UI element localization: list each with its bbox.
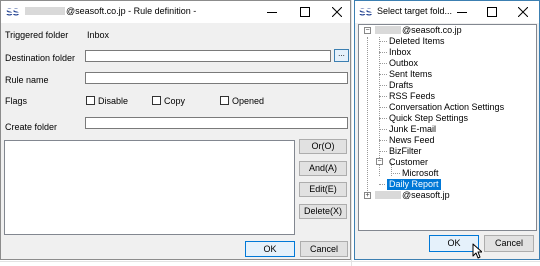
disable-checkbox-label: Disable <box>98 96 129 106</box>
tree-item-deleted-items[interactable]: Deleted Items <box>389 36 445 47</box>
copy-checkbox[interactable] <box>152 96 161 105</box>
destination-folder-field[interactable] <box>85 50 331 62</box>
svg-text:SS: SS <box>359 8 373 18</box>
redacted-account-name <box>375 191 401 199</box>
browse-button[interactable]: ... <box>334 49 349 62</box>
tree-account-root[interactable]: @seasoft.co.jp <box>375 25 462 36</box>
tree-connector <box>379 52 387 53</box>
maximize-icon <box>487 7 497 17</box>
triggered-folder-label: Triggered folder <box>5 30 69 40</box>
flags-label: Flags <box>5 96 28 106</box>
tree-item-drafts[interactable]: Drafts <box>389 80 413 91</box>
rule-name-field[interactable] <box>85 72 348 84</box>
tree-connector <box>379 140 387 141</box>
tree-item-quick-step-settings[interactable]: Quick Step Settings <box>389 113 468 124</box>
tree-connector <box>379 184 385 185</box>
close-icon <box>518 7 528 17</box>
tree-item-junk-email[interactable]: Junk E-mail <box>389 124 436 135</box>
tree-item-inbox[interactable]: Inbox <box>389 47 411 58</box>
tree-item-outbox[interactable]: Outbox <box>389 58 418 69</box>
select-folder-window: SS Select target fold... − @seasoft.co.j… <box>354 0 540 260</box>
background-line <box>351 0 352 266</box>
tree-item-bizfilter[interactable]: BizFilter <box>389 146 422 157</box>
rule-cancel-button[interactable]: Cancel <box>300 241 348 257</box>
app-logo-icon: SS <box>6 8 20 18</box>
close-button[interactable] <box>323 1 351 23</box>
folder-window-titlebar: SS Select target fold... <box>355 1 539 23</box>
tree-item-sent-items[interactable]: Sent Items <box>389 69 432 80</box>
svg-text:SS: SS <box>6 8 20 18</box>
rule-name-label: Rule name <box>5 75 49 85</box>
maximize-button[interactable] <box>478 1 506 23</box>
tree-item-customer[interactable]: Customer <box>389 157 428 168</box>
rule-ok-button[interactable]: OK <box>245 241 295 257</box>
tree-item-conversation-action-settings[interactable]: Conversation Action Settings <box>389 102 504 113</box>
tree-connector <box>391 173 400 174</box>
tree-item-daily-report[interactable]: Daily Report <box>387 179 441 190</box>
collapse-icon[interactable]: − <box>364 27 371 34</box>
tree-connector <box>379 96 387 97</box>
tree-connector <box>379 151 387 152</box>
and-button[interactable]: And(A) <box>299 161 347 176</box>
opened-checkbox-label: Opened <box>232 96 265 106</box>
redacted-account-name <box>25 7 65 15</box>
minimize-button[interactable] <box>448 1 476 23</box>
tree-connector <box>379 63 387 64</box>
tree-item-news-feed[interactable]: News Feed <box>389 135 435 146</box>
tree-connector <box>379 41 387 42</box>
tree-connector <box>379 107 387 108</box>
background-line <box>0 261 540 262</box>
minimize-icon <box>457 12 467 13</box>
tree-item-microsoft[interactable]: Microsoft <box>402 168 439 179</box>
minimize-icon <box>267 12 277 13</box>
folder-cancel-button[interactable]: Cancel <box>484 235 534 252</box>
tree-item-rss-feeds[interactable]: RSS Feeds <box>389 91 435 102</box>
minimize-button[interactable] <box>258 1 286 23</box>
rule-window-footer <box>1 236 350 259</box>
create-folder-field[interactable] <box>85 117 348 129</box>
close-button[interactable] <box>509 1 537 23</box>
collapse-icon[interactable]: − <box>376 158 383 165</box>
delete-button[interactable]: Delete(X) <box>299 204 347 219</box>
opened-checkbox[interactable] <box>220 96 229 105</box>
folder-window-title: Select target fold... <box>377 6 453 16</box>
create-folder-label: Create folder <box>5 122 58 132</box>
tree-connector <box>379 129 387 130</box>
redacted-account-name <box>375 26 401 34</box>
maximize-icon <box>300 7 310 17</box>
triggered-folder-value: Inbox <box>87 30 110 40</box>
destination-folder-label: Destination folder <box>5 53 76 63</box>
folder-tree[interactable]: − @seasoft.co.jp Deleted Items Inbox Out… <box>358 24 537 231</box>
rule-window-title: @seasoft.co.jp - Rule definition - <box>25 6 196 16</box>
edit-button[interactable]: Edit(E) <box>299 182 347 197</box>
conditions-list[interactable] <box>4 140 295 235</box>
close-icon <box>332 7 342 17</box>
disable-checkbox[interactable] <box>86 96 95 105</box>
tree-account-second[interactable]: @seasoft.jp <box>375 190 450 201</box>
tree-connector <box>379 85 387 86</box>
app-logo-icon: SS <box>359 8 373 18</box>
or-button[interactable]: Or(O) <box>299 139 347 154</box>
maximize-button[interactable] <box>291 1 319 23</box>
tree-connector <box>367 37 368 195</box>
rule-window-titlebar: SS @seasoft.co.jp - Rule definition - <box>1 1 350 23</box>
mouse-cursor-icon <box>472 243 482 259</box>
tree-connector <box>379 74 387 75</box>
expand-icon[interactable]: + <box>364 192 371 199</box>
rule-definition-window: SS @seasoft.co.jp - Rule definition - Tr… <box>0 0 351 260</box>
tree-connector <box>379 118 387 119</box>
copy-checkbox-label: Copy <box>164 96 186 106</box>
